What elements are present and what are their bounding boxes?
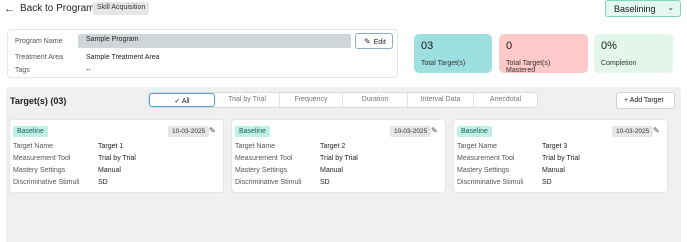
edit-icon[interactable]: ✎ xyxy=(431,126,438,135)
discriminative-stimuli-label: Discriminative Stimuli xyxy=(235,179,302,186)
discriminative-stimuli-value: SD xyxy=(98,179,108,186)
measurement-tool-value: Trial by Trial xyxy=(98,155,136,162)
measurement-tool-label: Measurement Tool xyxy=(13,155,71,162)
target-name-label: Target Name xyxy=(457,143,498,150)
target-date: 10-03-2025 xyxy=(390,126,432,137)
mastery-settings-label: Mastery Settings xyxy=(13,167,66,174)
program-status-select[interactable]: Baselining ⌄ xyxy=(605,0,681,17)
program-info-card: Program Name Sample Program ✎ Edit Treatm… xyxy=(7,29,398,78)
stat-targets-mastered: 0 Total Target(s) Mastered xyxy=(499,34,588,74)
stat-total-targets: 03 Total Target(s) xyxy=(414,34,492,73)
discriminative-stimuli-label: Discriminative Stimuli xyxy=(13,179,80,186)
stat-value: 03 xyxy=(421,40,434,52)
stat-value: 0 xyxy=(506,40,513,52)
target-name-label: Target Name xyxy=(13,143,54,150)
tab-label: All xyxy=(181,98,190,105)
tab-trial-by-trial[interactable]: Trial by Trial xyxy=(215,93,280,107)
discriminative-stimuli-value: SD xyxy=(320,179,330,186)
stat-label: Completion xyxy=(601,60,637,67)
back-arrow-icon[interactable]: ← xyxy=(4,3,15,15)
target-filter-tabs: ✓ All Trial by Trial Frequency Duration … xyxy=(148,92,538,108)
tab-all[interactable]: ✓ All xyxy=(149,93,215,107)
targets-panel: Target(s) (03) ✓ All Trial by Trial Freq… xyxy=(6,87,681,242)
check-icon: ✓ xyxy=(174,98,181,105)
add-target-button[interactable]: + Add Target xyxy=(616,92,675,109)
target-name-value: Target 2 xyxy=(320,143,346,150)
chevron-down-icon: ⌄ xyxy=(667,3,674,12)
mastery-settings-value: Manual xyxy=(320,167,343,174)
tab-frequency[interactable]: Frequency xyxy=(280,93,343,107)
targets-heading: Target(s) (03) xyxy=(10,96,67,106)
edit-icon: ✎ xyxy=(364,37,371,46)
target-card[interactable]: Baseline 10-03-2025 ✎ Target Name Target… xyxy=(231,119,446,193)
edit-program-button[interactable]: ✎ Edit xyxy=(355,33,393,49)
target-date: 10-03-2025 xyxy=(612,126,654,137)
measurement-tool-value: Trial by Trial xyxy=(320,155,358,162)
edit-icon[interactable]: ✎ xyxy=(653,126,660,135)
target-status-badge: Baseline xyxy=(13,126,48,137)
measurement-tool-value: Trial by Trial xyxy=(542,155,580,162)
treatment-area-label: Treatment Area xyxy=(15,54,63,61)
back-to-program-link[interactable]: Back to Program xyxy=(20,3,94,14)
mastery-settings-value: Manual xyxy=(542,167,565,174)
stat-value: 0% xyxy=(601,40,617,52)
target-date: 10-03-2025 xyxy=(168,126,210,137)
stat-completion: 0% Completion xyxy=(594,34,673,73)
mastery-settings-label: Mastery Settings xyxy=(457,167,510,174)
mastery-settings-label: Mastery Settings xyxy=(235,167,288,174)
stat-label: Total Target(s) xyxy=(421,60,466,67)
target-name-label: Target Name xyxy=(235,143,276,150)
target-card[interactable]: Baseline 10-03-2025 ✎ Target Name Target… xyxy=(453,119,668,193)
measurement-tool-label: Measurement Tool xyxy=(457,155,515,162)
tab-interval-data[interactable]: Interval Data xyxy=(408,93,474,107)
stat-label: Total Target(s) Mastered xyxy=(506,60,551,74)
tab-anecdotal[interactable]: Anecdotal xyxy=(474,93,537,107)
program-status-value: Baselining xyxy=(614,4,656,14)
target-status-badge: Baseline xyxy=(457,126,492,137)
skill-category-badge: Skill Acquisition xyxy=(93,2,150,15)
tags-value: -- xyxy=(86,67,91,74)
discriminative-stimuli-value: SD xyxy=(542,179,552,186)
tab-duration[interactable]: Duration xyxy=(343,93,408,107)
mastery-settings-value: Manual xyxy=(98,167,121,174)
program-name-label: Program Name xyxy=(15,38,63,45)
target-card[interactable]: Baseline 10-03-2025 ✎ Target Name Target… xyxy=(9,119,224,193)
discriminative-stimuli-label: Discriminative Stimuli xyxy=(457,179,524,186)
measurement-tool-label: Measurement Tool xyxy=(235,155,293,162)
program-name-field: Sample Program xyxy=(78,34,351,48)
edit-icon[interactable]: ✎ xyxy=(209,126,216,135)
tags-label: Tags xyxy=(15,67,30,74)
edit-button-label: Edit xyxy=(373,39,386,46)
target-name-value: Target 3 xyxy=(542,143,568,150)
target-status-badge: Baseline xyxy=(235,126,270,137)
treatment-area-value: Sample Treatment Area xyxy=(86,54,160,61)
target-name-value: Target 1 xyxy=(98,143,124,150)
